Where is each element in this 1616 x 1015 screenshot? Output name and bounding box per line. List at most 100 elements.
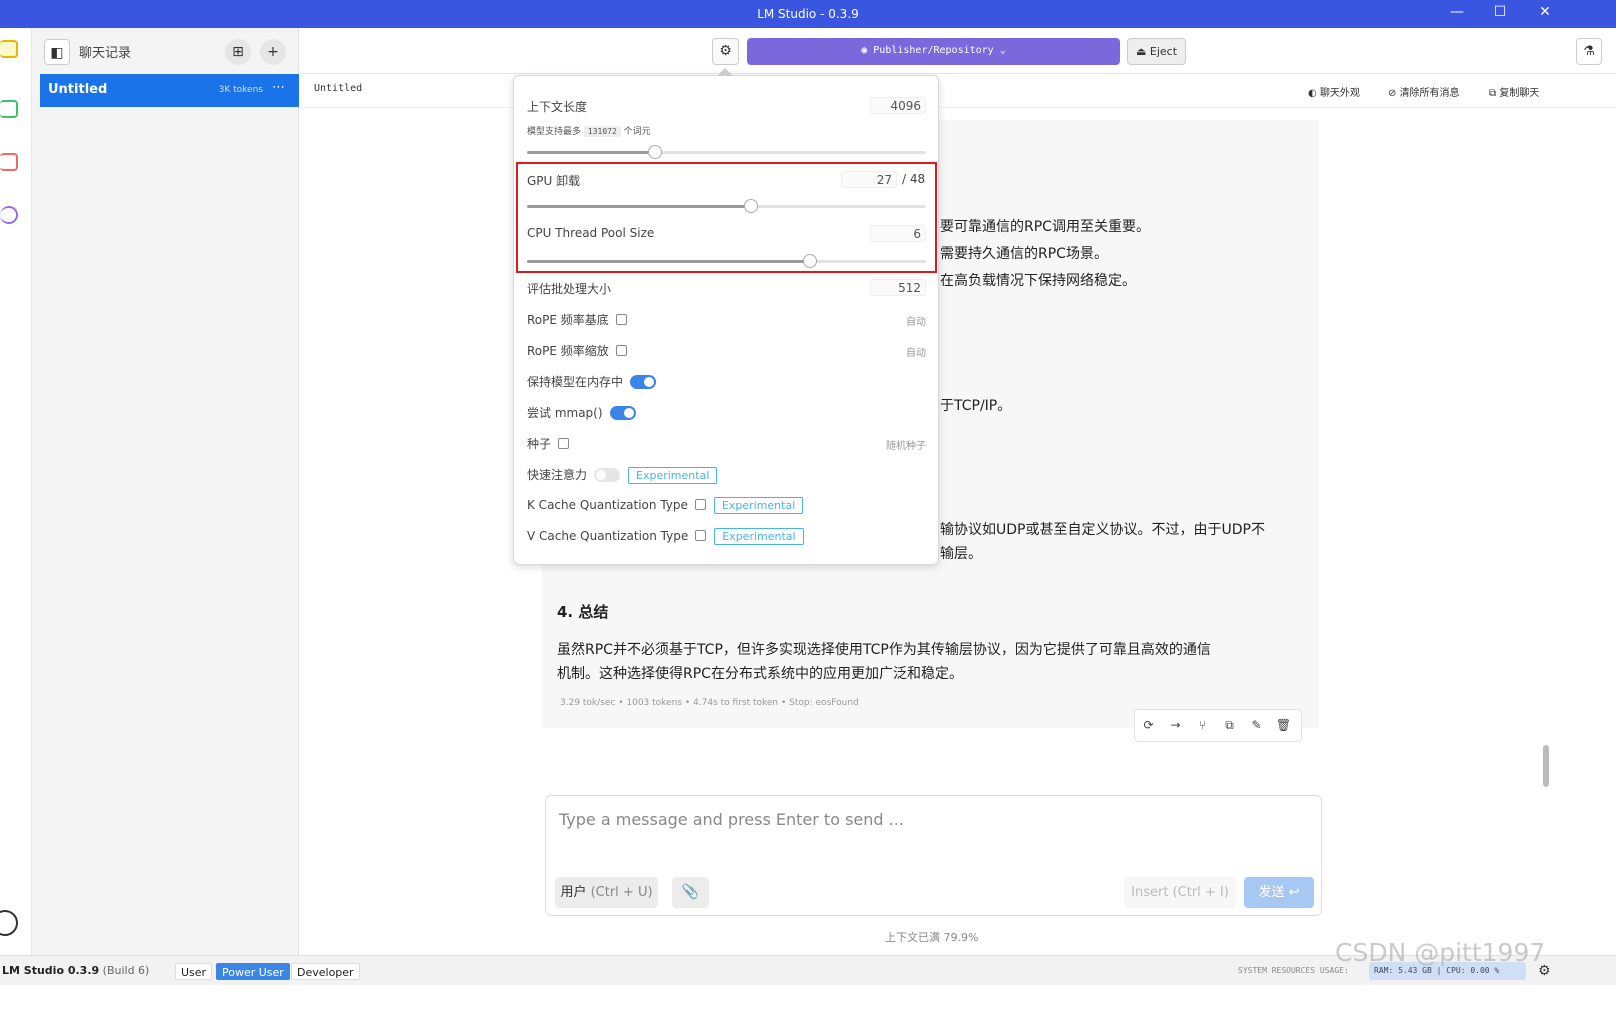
keep-in-memory-label: 保持模型在内存中 [527, 375, 624, 389]
minimize-button[interactable]: — [1442, 4, 1472, 20]
send-button[interactable]: 发送 ↩ [1244, 877, 1314, 908]
delete-icon[interactable]: 🗑 [1270, 710, 1297, 741]
seed-row: 种子 [527, 435, 570, 452]
mmap-label: 尝试 mmap() [527, 406, 603, 420]
clear-messages-button[interactable]: ⊘ 清除所有消息 [1388, 84, 1460, 99]
v-cache-label: V Cache Quantization Type [527, 529, 689, 543]
build-number: (Build 6) [102, 964, 150, 977]
insert-button[interactable]: Insert (Ctrl + I) [1124, 877, 1236, 908]
mmap-toggle[interactable] [609, 406, 636, 420]
rope-scale-value: 自动 [906, 348, 926, 359]
copy-icon[interactable]: ⧉ [1216, 710, 1243, 741]
terminal-icon[interactable] [0, 100, 18, 118]
title-bar: LM Studio - 0.3.9 — ☐ ✕ [0, 0, 1616, 28]
flash-attention-label: 快速注意力 [527, 468, 588, 482]
mode-power-user-button[interactable]: Power User [216, 963, 290, 980]
hint-max: 131072 [583, 126, 621, 137]
seed-checkbox[interactable] [558, 438, 570, 449]
context-length-input[interactable]: 4096 [870, 97, 926, 114]
folder-icon[interactable] [0, 153, 18, 171]
context-length-label: 上下文长度 [527, 100, 588, 114]
experimental-badge: Experimental [628, 467, 718, 484]
model-selector[interactable]: ◉ Publisher/Repository ⌄ [747, 38, 1120, 65]
chat-appearance-button[interactable]: ◐ 聊天外观 [1308, 84, 1360, 99]
message-composer: Type a message and press Enter to send .… [545, 795, 1322, 916]
message-paragraph: 虽然RPC并不必须基于TCP，但许多实现选择使用TCP作为其传输层协议，因为它提… [557, 642, 1211, 658]
v-cache-checkbox[interactable] [695, 530, 707, 541]
role-label: 用户 [560, 885, 587, 900]
message-toolbar: ⟳ → ⑂ ⧉ ✎ 🗑 [1134, 709, 1302, 742]
new-chat-button[interactable]: + [260, 39, 286, 65]
settings-gear-icon[interactable]: ⚙ [712, 38, 739, 65]
highlight-box [516, 162, 937, 273]
watermark: CSDN @pitt1997 [1335, 938, 1546, 967]
message-paragraph: 机制。这种选择使得RPC在分布式系统中的应用更加广泛和稳定。 [557, 666, 963, 682]
context-usage: 上下文已满 79.9% [885, 931, 979, 944]
update-icon[interactable] [0, 910, 18, 936]
popover-caret [717, 68, 733, 76]
flask-icon[interactable]: ⚗ [1576, 38, 1602, 65]
role-shortcut: (Ctrl + U) [590, 885, 653, 900]
chat-list-title: 聊天记录 [79, 46, 132, 61]
model-settings-popover: 上下文长度 4096 模型支持最多 131072 个词元 GPU 卸载 27 /… [513, 68, 939, 565]
generation-stats: 3.29 tok/sec • 1003 tokens • 4.74s to fi… [560, 698, 859, 708]
search-icon[interactable] [0, 206, 18, 224]
branch-icon[interactable]: ⑂ [1189, 710, 1216, 741]
keep-in-memory-toggle[interactable] [630, 375, 657, 389]
chat-name[interactable]: Untitled [314, 83, 362, 94]
scrollbar-thumb[interactable] [1543, 745, 1549, 787]
eval-batch-input[interactable]: 512 [870, 279, 926, 296]
rope-scale-checkbox[interactable] [615, 345, 627, 356]
message-input[interactable]: Type a message and press Enter to send .… [559, 810, 904, 829]
chat-item-menu-icon[interactable]: ⋯ [272, 80, 285, 95]
nav-rail [0, 28, 32, 955]
attachment-icon[interactable]: 📎 [672, 877, 709, 908]
context-length-slider[interactable] [527, 145, 926, 159]
eval-batch-label: 评估批处理大小 [527, 282, 612, 296]
flash-attention-toggle[interactable] [594, 468, 621, 482]
flash-attention-row: 快速注意力 Experimental [527, 466, 718, 484]
chat-item-title: Untitled [48, 82, 108, 97]
k-cache-checkbox[interactable] [694, 499, 706, 510]
copy-chat-button[interactable]: ⧉ 复制聊天 [1489, 84, 1539, 99]
experimental-badge: Experimental [713, 497, 804, 514]
edit-icon[interactable]: ✎ [1243, 710, 1270, 741]
new-folder-icon[interactable]: ⊞ [225, 39, 251, 65]
app-name: LM Studio 0.3.9 [2, 964, 100, 977]
rope-base-checkbox[interactable] [615, 314, 627, 325]
continue-icon[interactable]: → [1162, 710, 1189, 741]
experimental-badge: Experimental [714, 528, 804, 545]
clear-messages-label: 清除所有消息 [1399, 88, 1460, 99]
eject-button[interactable]: ⏏ Eject [1127, 38, 1186, 65]
mode-user-button[interactable]: User [175, 963, 213, 980]
rope-base-value: 自动 [906, 317, 926, 328]
chat-list-item[interactable]: Untitled 3K tokens ⋯ [40, 74, 299, 107]
sidebar-toggle-icon[interactable]: ◧ [44, 39, 70, 65]
role-toggle-button[interactable]: 用户 (Ctrl + U) [555, 877, 658, 908]
eject-label: Eject [1149, 45, 1178, 58]
top-bar: ⚙ ◉ Publisher/Repository ⌄ ⏏ Eject ⚗ [299, 28, 1616, 74]
chat-item-tokens: 3K tokens [218, 85, 263, 95]
chat-list-panel: ◧ 聊天记录 ⊞ + Untitled 3K tokens ⋯ [32, 28, 299, 955]
close-button[interactable]: ✕ [1530, 4, 1560, 20]
chat-icon[interactable] [0, 40, 18, 58]
mode-developer-button[interactable]: Developer [291, 963, 360, 980]
maximize-button[interactable]: ☐ [1485, 4, 1515, 20]
chat-list-header: ◧ 聊天记录 ⊞ + [32, 28, 298, 74]
context-length-hint: 模型支持最多 131072 个词元 [527, 124, 651, 137]
message-line: 在高负载情况下保持网络稳定。 [940, 273, 1136, 289]
message-line: 于TCP/IP。 [940, 398, 1012, 414]
message-line: 要可靠通信的RPC调用至关重要。 [940, 219, 1150, 235]
rope-scale-label: RoPE 频率缩放 [527, 344, 609, 358]
mmap-row: 尝试 mmap() [527, 404, 636, 421]
rope-scale-row: RoPE 频率缩放 [527, 342, 627, 359]
keep-in-memory-row: 保持模型在内存中 [527, 373, 657, 390]
regenerate-icon[interactable]: ⟳ [1135, 710, 1162, 741]
v-cache-row: V Cache Quantization Type Experimental [527, 528, 804, 545]
system-resources-label: SYSTEM RESOURCES USAGE: [1238, 966, 1349, 975]
model-label: Publisher/Repository [873, 45, 994, 56]
message-line: 需要持久通信的RPC场景。 [940, 246, 1108, 262]
window-title: LM Studio - 0.3.9 [757, 7, 859, 21]
message-line: 输协议如UDP或甚至自定义协议。不过，由于UDP不 [940, 522, 1265, 538]
rope-base-label: RoPE 频率基底 [527, 313, 609, 327]
